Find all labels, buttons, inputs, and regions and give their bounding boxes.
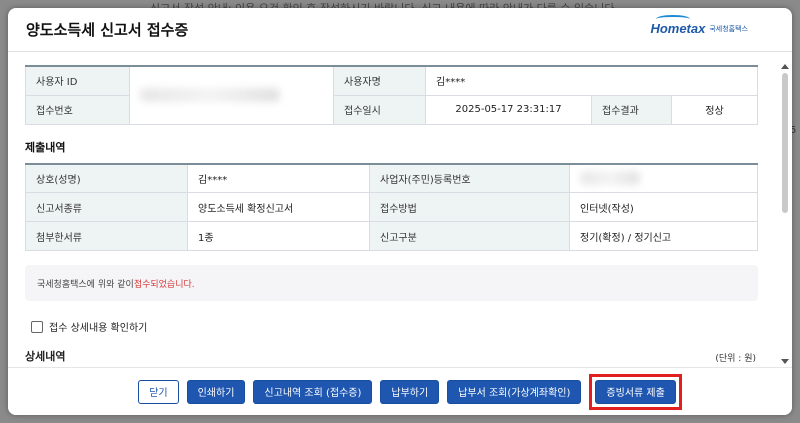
name-value: 김****: [187, 163, 370, 193]
detail-header: 상세내역 (단위 : 원): [25, 348, 758, 364]
name-label: 상호(성명): [25, 163, 188, 193]
receipt-time-value: 2025-05-17 23:31:17: [425, 94, 592, 125]
category-label: 신고구분: [369, 221, 570, 251]
table-row: 상호(성명) 김**** 사업자(주민)등록번호: [25, 163, 758, 193]
blurred-reg-no: [580, 171, 640, 186]
user-name-value: 김****: [425, 65, 758, 96]
notice-box: 국세청홈택스에 위와 같이 접수되었습니다.: [25, 265, 758, 301]
close-button[interactable]: 닫기: [138, 379, 179, 404]
modal-header: 양도소득세 신고서 접수증 Hometax 국세청홈택스: [8, 8, 792, 52]
reg-no-label: 사업자(주민)등록번호: [369, 163, 570, 193]
evidence-submit-button[interactable]: 증빙서류 제출: [595, 379, 676, 404]
scroll-up-icon[interactable]: [781, 64, 789, 69]
history-button[interactable]: 신고내역 조회 (접수증): [253, 379, 373, 404]
logo-roof-icon: [656, 15, 691, 23]
receipt-time-label: 접수일시: [333, 94, 426, 125]
method-value: 인터넷(작성): [569, 192, 758, 222]
table-row: 첨부한서류 1종 신고구분 정기(확정) / 정기신고: [25, 221, 758, 251]
user-name-label: 사용자명: [333, 65, 426, 96]
pay-button[interactable]: 납부하기: [380, 379, 440, 404]
user-id-label: 사용자 ID: [25, 65, 130, 96]
user-id-value: [129, 65, 334, 125]
attach-label: 첨부한서류: [25, 221, 188, 251]
method-label: 접수방법: [369, 192, 570, 222]
detail-checkbox-label: 접수 상세내용 확인하기: [49, 323, 148, 334]
table-row: 사용자 ID 사용자명 김****: [25, 65, 758, 125]
notice-highlight: 접수되었습니다.: [133, 279, 195, 290]
vertical-scrollbar[interactable]: [781, 64, 789, 364]
info-table: 사용자 ID 사용자명 김**** 접수번호 접수일시 2025-05-17 2…: [25, 65, 758, 125]
scroll-thumb[interactable]: [782, 73, 788, 213]
logo-word: Hometax: [650, 21, 706, 36]
modal-footer: 닫기 인쇄하기 신고내역 조회 (접수증) 납부하기 납부서 조회(가상계좌확인…: [8, 367, 792, 415]
submission-table: 상호(성명) 김**** 사업자(주민)등록번호 신고서종류 양도소득세 확정신…: [25, 162, 758, 251]
receipt-result-value: 정상: [671, 94, 758, 125]
print-button[interactable]: 인쇄하기: [186, 379, 246, 404]
receipt-no-label: 접수번호: [25, 94, 130, 125]
modal-body: 사용자 ID 사용자명 김**** 접수번호 접수일시 2025-05-17 2…: [8, 53, 778, 367]
scroll-down-icon[interactable]: [781, 359, 789, 364]
modal-title: 양도소득세 신고서 접수증: [26, 21, 189, 39]
notice-text: 국세청홈택스에 위와 같이: [37, 279, 134, 290]
unit-label: (단위 : 원): [715, 354, 756, 364]
logo-sub: 국세청홈택스: [709, 24, 748, 33]
receipt-result-label: 접수결과: [591, 94, 672, 125]
detail-title: 상세내역: [25, 350, 66, 363]
form-type-value: 양도소득세 확정신고서: [187, 192, 370, 222]
blurred-user-id: [140, 88, 280, 103]
attach-value: 1종: [187, 221, 370, 251]
reg-no-value: [569, 163, 758, 193]
highlight-box: 증빙서류 제출: [589, 373, 682, 410]
submission-title: 제출내역: [25, 140, 66, 154]
detail-checkbox[interactable]: [31, 320, 43, 333]
detail-check-row[interactable]: 접수 상세내용 확인하기: [31, 319, 758, 334]
table-row: 신고서종류 양도소득세 확정신고서 접수방법 인터넷(작성): [25, 192, 758, 222]
pay-slip-button[interactable]: 납부서 조회(가상계좌확인): [447, 379, 582, 404]
category-value: 정기(확정) / 정기신고: [569, 221, 758, 251]
form-type-label: 신고서종류: [25, 192, 188, 222]
receipt-modal: 양도소득세 신고서 접수증 Hometax 국세청홈택스 사용자 ID 사용자명…: [8, 8, 792, 415]
hometax-logo: Hometax 국세청홈택스: [650, 15, 748, 36]
